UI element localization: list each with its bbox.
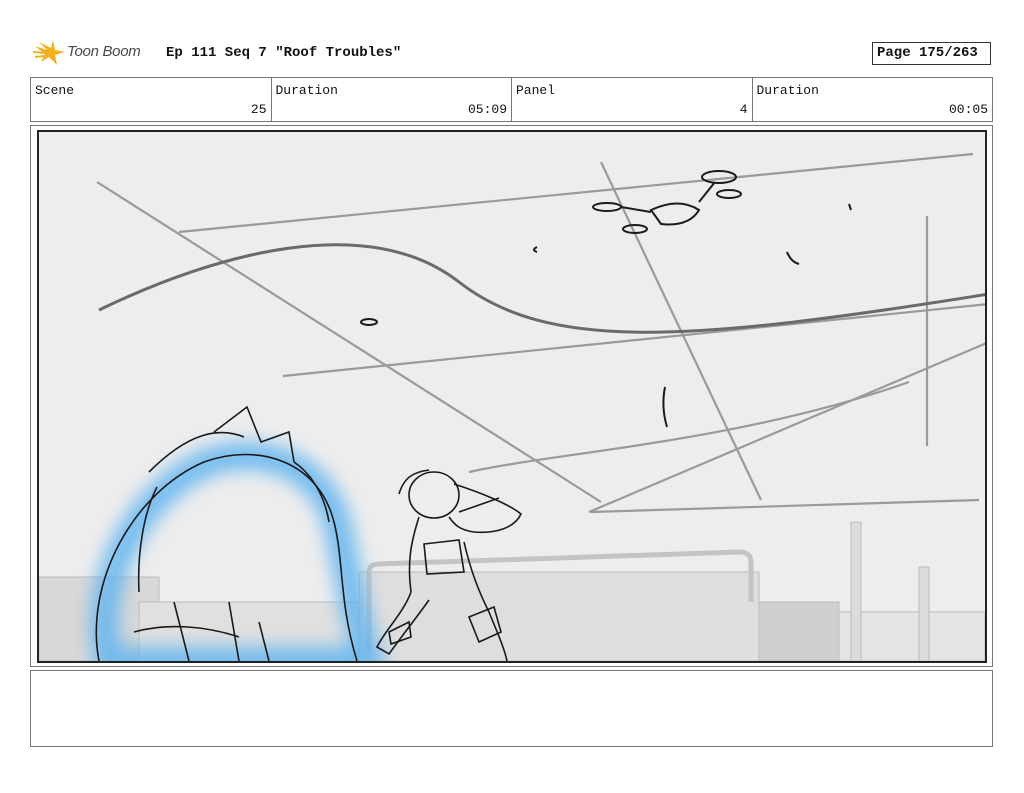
- action-notes-box[interactable]: [30, 670, 993, 747]
- panel-cell: Panel 4: [512, 78, 753, 121]
- storyboard-sketch: [39, 152, 985, 661]
- info-row: Scene 25 Duration 05:09 Panel 4 Duration…: [30, 77, 993, 122]
- panel-label: Panel: [516, 83, 556, 98]
- panel-duration-cell: Duration 00:05: [753, 78, 993, 121]
- drone-sketch: [592, 170, 742, 234]
- logo-text: Toon Boom: [67, 43, 141, 60]
- scene-label: Scene: [35, 83, 75, 98]
- scene-value: 25: [250, 102, 267, 117]
- scene-duration-cell: Duration 05:09: [272, 78, 512, 121]
- page-number: Page 175/263: [872, 42, 991, 65]
- storyboard-panel-image: [37, 130, 987, 663]
- toon-boom-logo: Toon Boom: [32, 38, 163, 68]
- rooftop-background: [39, 521, 985, 661]
- episode-title: Ep 111 Seq 7 "Roof Troubles": [166, 45, 402, 61]
- panel-value: 4: [739, 102, 748, 117]
- panel-duration-label: Duration: [756, 83, 819, 98]
- scene-cell: Scene 25: [31, 78, 272, 121]
- scene-duration-value: 05:09: [467, 102, 507, 117]
- panel-duration-value: 00:05: [948, 102, 988, 117]
- logo-star-icon: [32, 40, 65, 65]
- scene-duration-label: Duration: [275, 83, 338, 98]
